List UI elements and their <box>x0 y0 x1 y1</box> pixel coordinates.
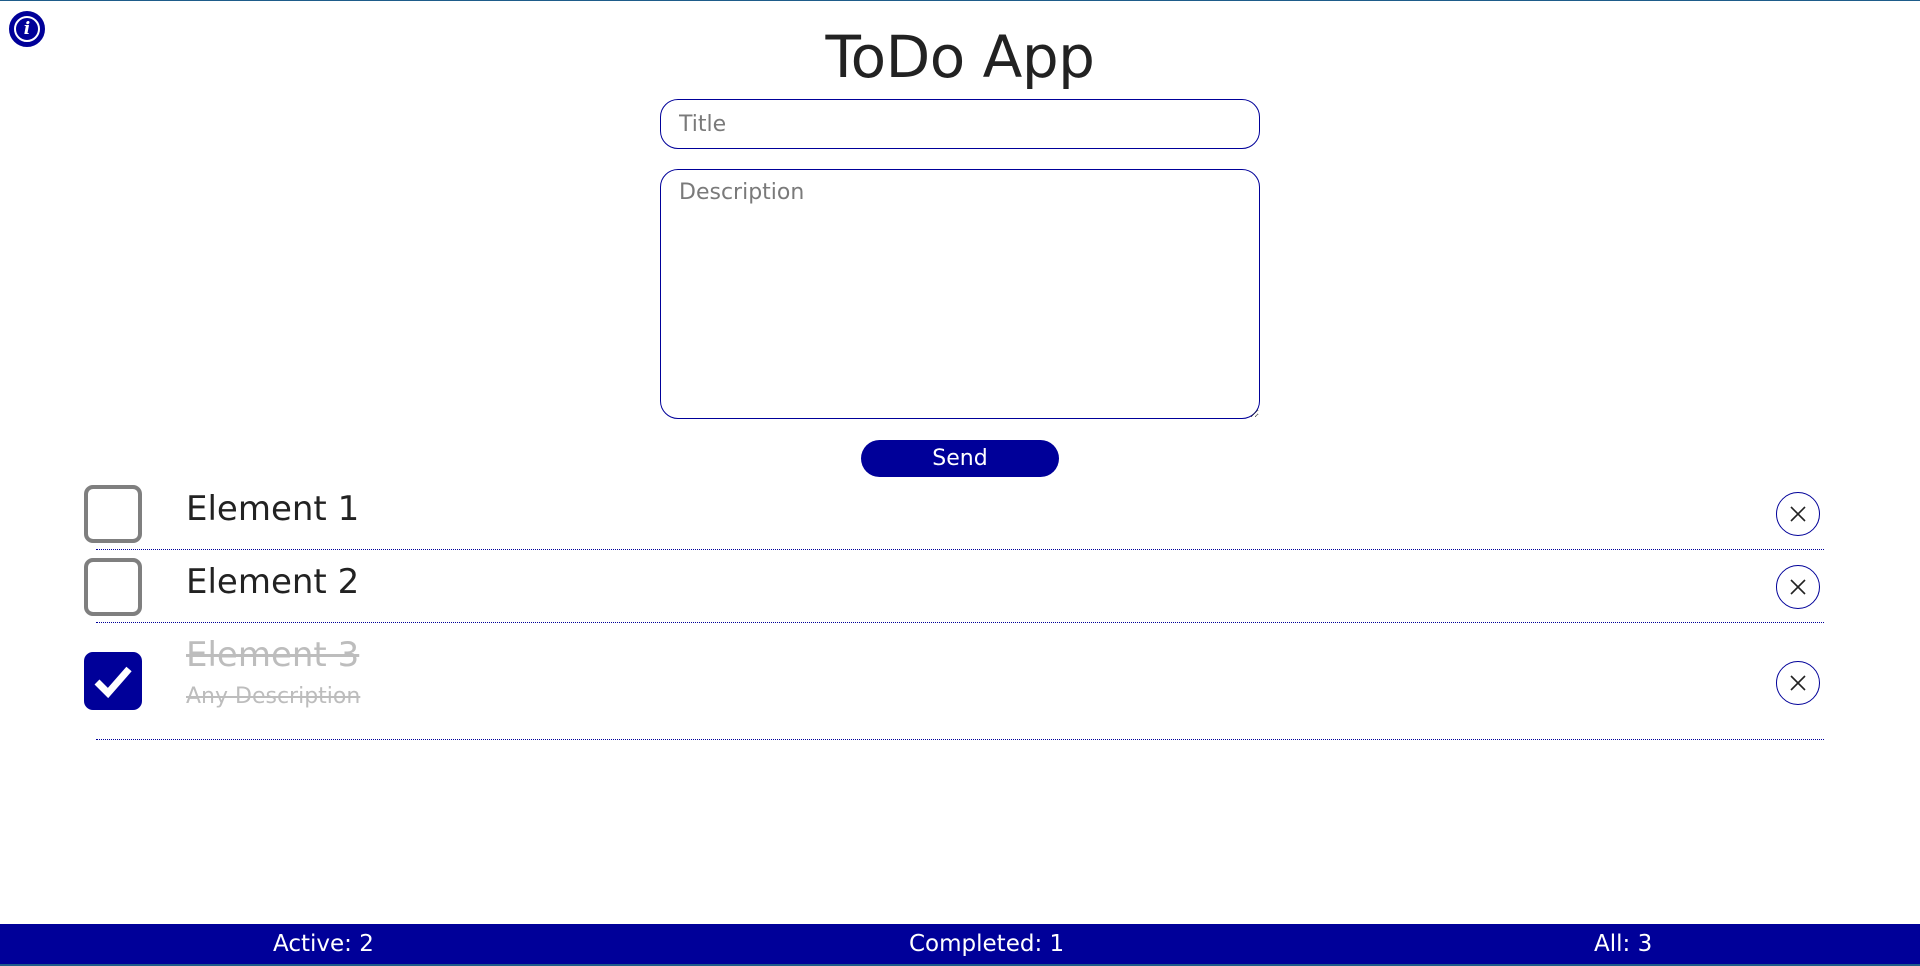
completed-count[interactable]: Completed: 1 <box>909 931 1064 957</box>
close-icon <box>1790 506 1806 522</box>
divider <box>96 739 1824 740</box>
title-input[interactable] <box>660 99 1260 149</box>
status-footer: Active: 2 Completed: 1 All: 3 <box>0 924 1920 966</box>
todo-checkbox[interactable] <box>84 558 142 616</box>
todo-title: Element 3 <box>186 635 360 675</box>
delete-button[interactable] <box>1776 661 1820 705</box>
checkmark-icon <box>94 666 132 699</box>
todo-checkbox[interactable] <box>84 652 142 710</box>
todo-title: Element 2 <box>186 562 360 602</box>
close-icon <box>1790 579 1806 595</box>
todo-title: Element 1 <box>186 489 360 529</box>
delete-button[interactable] <box>1776 492 1820 536</box>
all-count[interactable]: All: 3 <box>1594 931 1652 957</box>
close-icon <box>1790 675 1806 691</box>
description-input[interactable] <box>660 169 1260 419</box>
divider <box>96 549 1824 550</box>
todo-checkbox[interactable] <box>84 485 142 543</box>
todo-description: Any Description <box>186 684 361 709</box>
send-button[interactable]: Send <box>861 440 1059 477</box>
delete-button[interactable] <box>1776 565 1820 609</box>
page-title: ToDo App <box>825 23 1095 91</box>
divider <box>96 622 1824 623</box>
active-count[interactable]: Active: 2 <box>273 931 374 957</box>
page: i ToDo App Send Element 1 Element 2 <box>0 0 1920 966</box>
